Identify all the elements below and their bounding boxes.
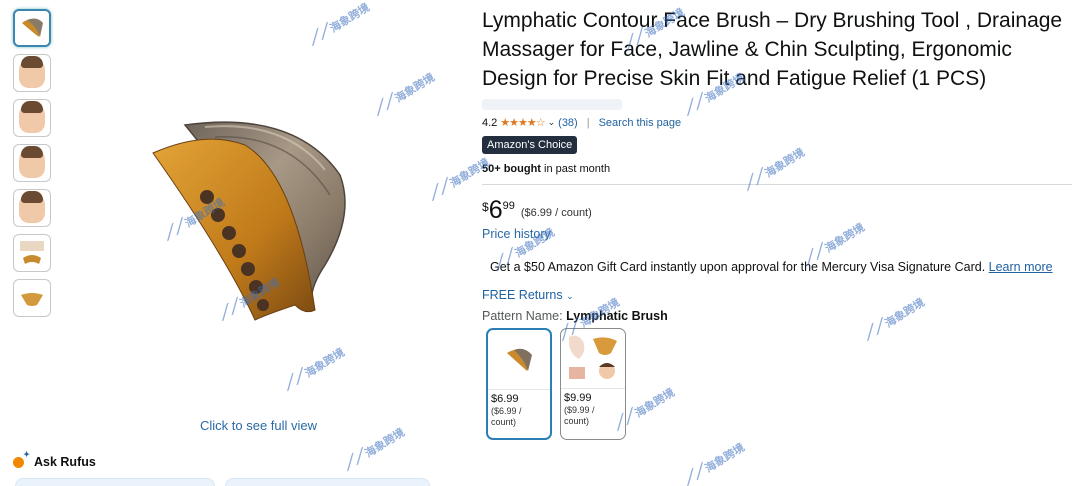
- watermark-logo-icon: ⟋⟋: [280, 367, 309, 394]
- watermark-logo-icon: ⟋⟋: [305, 22, 334, 49]
- price-per-unit: ($6.99 / count): [520, 207, 592, 219]
- thumbnail-model-3[interactable]: [13, 144, 51, 182]
- watermark-text: 海象跨境: [703, 441, 747, 476]
- swatch-unit-price: ($6.99 / count): [491, 406, 522, 427]
- swatch-price: $9.99: [564, 392, 592, 404]
- steps-thumb-image: [20, 241, 44, 264]
- promo-text: Get a $50 Amazon Gift Card instantly upo…: [490, 260, 986, 274]
- swatch-lymphatic-brush[interactable]: $6.99 ($6.99 / count): [486, 328, 552, 440]
- swatch-set[interactable]: $9.99 ($9.99 / count): [560, 328, 626, 440]
- rating-row: 4.2 ★★★★☆ ⌄ (38) | Search this page: [482, 116, 1072, 130]
- divider: [482, 184, 1072, 185]
- price-fraction: 99: [502, 200, 515, 212]
- search-page-link[interactable]: Search this page: [599, 117, 682, 129]
- watermark: ⟋⟋海象跨境: [680, 438, 748, 486]
- bought-count-rest: in past month: [544, 163, 611, 175]
- pattern-label: Pattern Name:: [482, 309, 563, 323]
- amazons-choice-badge: Amazon's Choice: [482, 136, 578, 154]
- watermark-logo-icon: ⟋⟋: [340, 447, 369, 474]
- product-details: Lymphatic Contour Face Brush – Dry Brush…: [482, 6, 1072, 440]
- thumbnail-product[interactable]: [13, 279, 51, 317]
- rufus-icon: [13, 450, 30, 468]
- ask-rufus-button[interactable]: Ask Rufus: [13, 450, 96, 469]
- bought-count: 50+ bought in past month: [482, 163, 1072, 175]
- face-thumb-image: [19, 191, 45, 223]
- store-link-blurred[interactable]: [482, 99, 622, 110]
- swatch-image: [561, 329, 625, 389]
- see-full-view-link[interactable]: Click to see full view: [200, 418, 317, 433]
- thumbnail-strip: [13, 9, 51, 324]
- face-thumb-image: [19, 56, 45, 88]
- watermark-logo-icon: ⟋⟋: [425, 177, 454, 204]
- watermark: ⟋⟋海象跨境: [370, 68, 438, 120]
- face-thumb-image: [19, 101, 45, 133]
- set-swatch-icon: [569, 335, 617, 379]
- watermark-logo-icon: ⟋⟋: [680, 462, 709, 486]
- watermark-text: 海象跨境: [393, 71, 437, 106]
- rufus-question-chip-2[interactable]: [225, 478, 430, 486]
- watermark-text: 海象跨境: [363, 426, 407, 461]
- thumbnail-model-2[interactable]: [13, 99, 51, 137]
- product-thumb-image: [21, 293, 43, 306]
- swatch-price: $6.99: [491, 393, 519, 405]
- price-whole: 6: [488, 196, 503, 224]
- face-thumb-image: [19, 146, 45, 178]
- free-returns-link[interactable]: FREE Returns ⌄: [482, 288, 574, 302]
- promo-message: Get a $50 Amazon Gift Card instantly upo…: [490, 260, 1072, 274]
- watermark: ⟋⟋海象跨境: [280, 343, 348, 395]
- pattern-name: Pattern Name: Lymphatic Brush: [482, 309, 1072, 323]
- watermark-logo-icon: ⟋⟋: [370, 92, 399, 119]
- watermark: ⟋⟋海象跨境: [340, 423, 408, 475]
- price-history-link[interactable]: Price history: [482, 227, 1072, 241]
- rufus-question-chip-1[interactable]: [15, 478, 215, 486]
- pattern-swatches: $6.99 ($6.99 / count) $9.99 ($9.99 / cou…: [486, 328, 1072, 440]
- pattern-value: Lymphatic Brush: [566, 309, 668, 323]
- thumbnail-steps[interactable]: [13, 234, 51, 272]
- ask-rufus-label: Ask Rufus: [34, 455, 96, 469]
- chevron-down-icon: ⌄: [566, 291, 574, 301]
- watermark: ⟋⟋海象跨境: [305, 0, 373, 50]
- price-currency: $: [482, 200, 489, 214]
- swatch-unit-price: ($9.99 / count): [564, 405, 595, 426]
- price: $ 6 99 ($6.99 / count): [482, 197, 1072, 223]
- brush-thumb-image: [22, 18, 43, 37]
- thumbnail-model-1[interactable]: [13, 54, 51, 92]
- separator: |: [586, 116, 590, 129]
- swatch-image: [488, 330, 550, 390]
- watermark-text: 海象跨境: [303, 346, 347, 381]
- thumbnail-brush[interactable]: [13, 9, 51, 47]
- main-product-image[interactable]: [145, 115, 355, 335]
- free-returns-label: FREE Returns: [482, 288, 563, 302]
- bought-count-bold: 50+ bought: [482, 163, 541, 175]
- watermark-text: 海象跨境: [328, 1, 372, 36]
- brush-swatch-icon: [507, 348, 532, 371]
- product-title: Lymphatic Contour Face Brush – Dry Brush…: [482, 9, 1063, 90]
- chevron-down-icon[interactable]: ⌄: [548, 117, 556, 128]
- face-brush-image: [152, 121, 346, 321]
- learn-more-link[interactable]: Learn more: [989, 260, 1053, 274]
- review-count-link[interactable]: (38): [558, 117, 578, 129]
- rating-value: 4.2: [482, 116, 498, 129]
- thumbnail-model-4[interactable]: [13, 189, 51, 227]
- star-rating-icon[interactable]: ★★★★☆: [500, 116, 545, 129]
